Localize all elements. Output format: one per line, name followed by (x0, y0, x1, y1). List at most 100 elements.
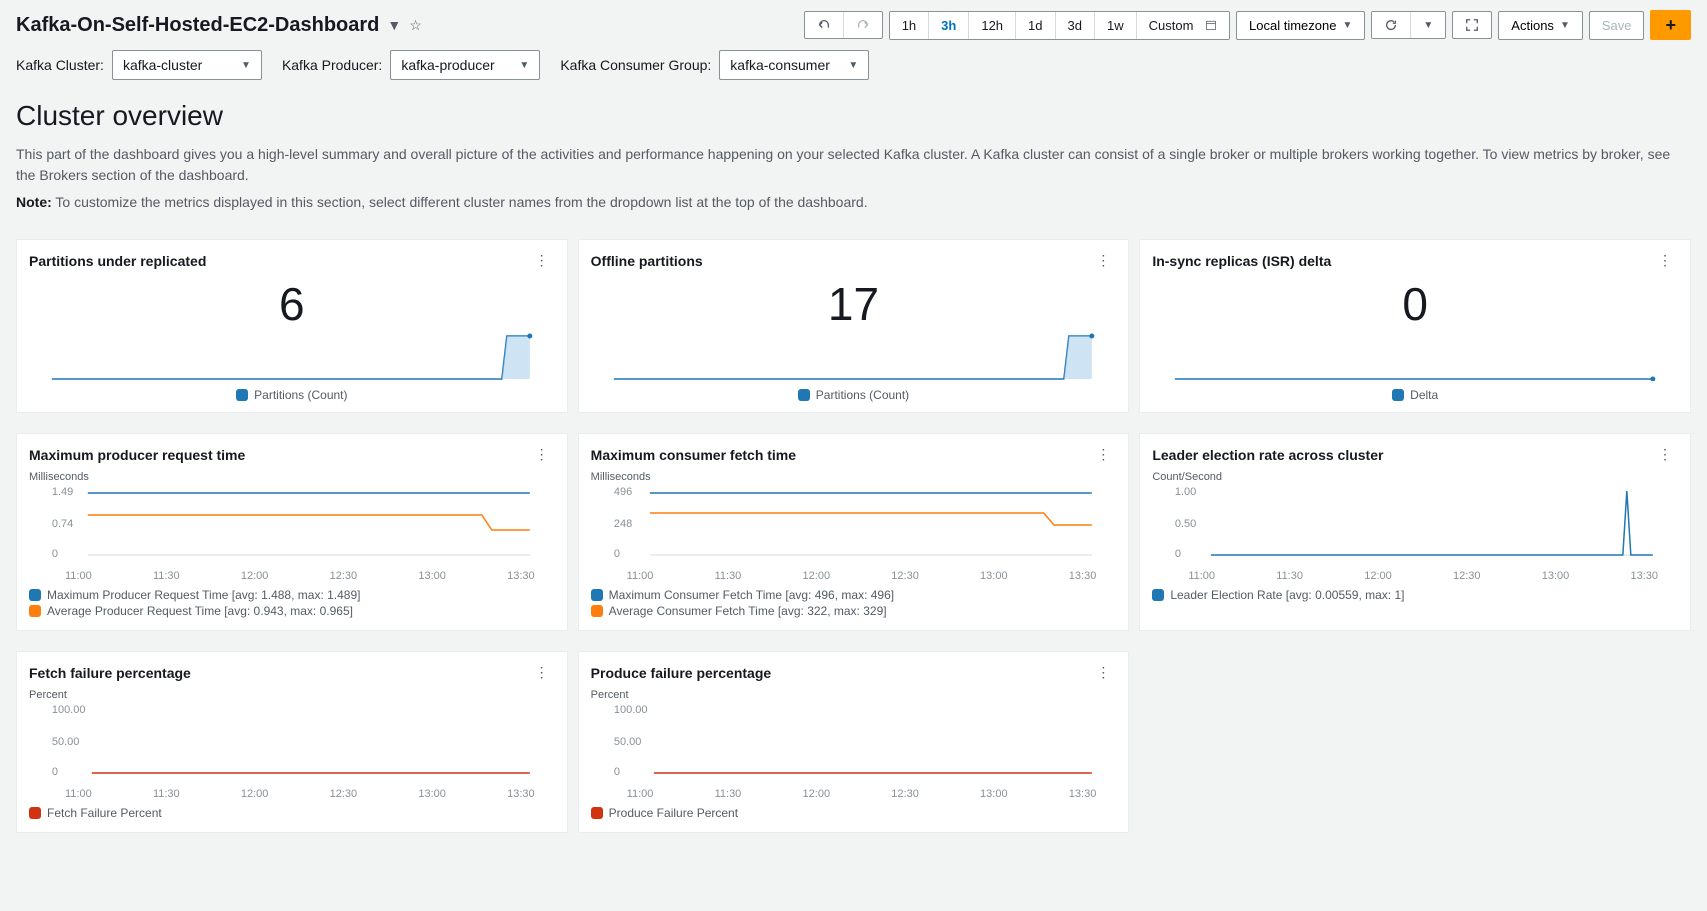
svg-text:1.00: 1.00 (1175, 486, 1196, 498)
svg-text:496: 496 (613, 486, 631, 498)
svg-text:0: 0 (1175, 548, 1181, 560)
time-range-group: 1h 3h 12h 1d 3d 1w Custom (889, 11, 1230, 40)
sparkline (29, 331, 555, 381)
svg-text:100.00: 100.00 (52, 704, 86, 716)
x-ticks: 11:0011:3012:0012:3013:0013:30 (591, 786, 1117, 800)
range-3h[interactable]: 3h (929, 12, 969, 39)
widget-row-3: Fetch failure percentage ⋮ Percent 100.00… (0, 651, 1707, 853)
consumer-label: Kafka Consumer Group: (560, 57, 711, 73)
section-intro: Cluster overview This part of the dashbo… (0, 100, 1707, 239)
dashboard-header: Kafka-On-Self-Hosted-EC2-Dashboard ▼ ☆ 1… (0, 0, 1707, 50)
cluster-select[interactable]: kafka-cluster▼ (112, 50, 262, 80)
section-description: This part of the dashboard gives you a h… (16, 144, 1691, 186)
svg-text:0.74: 0.74 (52, 518, 73, 530)
actions-button[interactable]: Actions ▼ (1498, 11, 1583, 40)
svg-text:50.00: 50.00 (613, 736, 641, 748)
line-chart: 100.00 50.00 0 (29, 703, 555, 783)
widget-menu-icon[interactable]: ⋮ (529, 444, 555, 465)
legend-swatch (798, 389, 810, 401)
range-custom[interactable]: Custom (1137, 12, 1229, 39)
redo-button (844, 12, 882, 38)
toolbar: 1h 3h 12h 1d 3d 1w Custom Local timezone… (804, 10, 1691, 40)
big-number: 0 (1152, 277, 1678, 331)
widget-title: Partitions under replicated (29, 253, 206, 269)
svg-text:0: 0 (613, 766, 619, 778)
y-axis-label: Percent (29, 689, 555, 701)
widget-menu-icon[interactable]: ⋮ (1090, 662, 1116, 683)
undo-button[interactable] (805, 12, 844, 38)
range-3d[interactable]: 3d (1056, 12, 1095, 39)
svg-text:1.49: 1.49 (52, 486, 73, 498)
chevron-down-icon: ▼ (519, 60, 529, 71)
producer-select[interactable]: kafka-producer▼ (390, 50, 540, 80)
section-note: Note: To customize the metrics displayed… (16, 192, 1691, 213)
line-chart: 1.49 0.74 0 (29, 485, 555, 565)
x-ticks: 11:0011:3012:0012:3013:0013:30 (29, 568, 555, 582)
svg-text:248: 248 (613, 518, 631, 530)
save-button: Save (1589, 11, 1645, 40)
line-chart: 100.00 50.00 0 (591, 703, 1117, 783)
filter-bar: Kafka Cluster: kafka-cluster▼ Kafka Prod… (0, 50, 1707, 96)
widget-producer-request-time: Maximum producer request time ⋮ Milliseco… (16, 433, 568, 631)
widget-consumer-fetch-time: Maximum consumer fetch time⋮ Millisecond… (578, 433, 1130, 631)
sparkline (591, 331, 1117, 381)
svg-text:0: 0 (613, 548, 619, 560)
line-chart: 1.00 0.50 0 (1152, 485, 1678, 565)
range-1w[interactable]: 1w (1095, 12, 1137, 39)
section-heading: Cluster overview (16, 100, 1691, 132)
widget-leader-election-rate: Leader election rate across cluster ⋮ Cou… (1139, 433, 1691, 631)
dashboard-title: Kafka-On-Self-Hosted-EC2-Dashboard (16, 14, 379, 37)
widget-title: In-sync replicas (ISR) delta (1152, 253, 1331, 269)
chevron-down-icon: ▼ (241, 60, 251, 71)
x-ticks: 11:0011:3012:0012:3013:0013:30 (591, 568, 1117, 582)
widget-menu-icon[interactable]: ⋮ (1090, 250, 1116, 271)
x-ticks: 11:0011:3012:0012:3013:0013:30 (1152, 568, 1678, 582)
widget-isr-delta: In-sync replicas (ISR) delta⋮ 0 Delta (1139, 239, 1691, 413)
range-1h[interactable]: 1h (890, 12, 929, 39)
expand-button[interactable] (1452, 11, 1492, 39)
line-chart: 496 248 0 (591, 485, 1117, 565)
range-1d[interactable]: 1d (1016, 12, 1055, 39)
widget-title: Leader election rate across cluster (1152, 447, 1383, 463)
widget-title: Fetch failure percentage (29, 665, 191, 681)
y-axis-label: Milliseconds (29, 471, 555, 483)
widget-title: Produce failure percentage (591, 665, 772, 681)
widget-title: Maximum producer request time (29, 447, 245, 463)
widget-title: Maximum consumer fetch time (591, 447, 796, 463)
add-widget-button[interactable]: + (1650, 10, 1691, 40)
range-12h[interactable]: 12h (969, 12, 1016, 39)
widget-menu-icon[interactable]: ⋮ (1652, 250, 1678, 271)
y-axis-label: Count/Second (1152, 471, 1678, 483)
widget-title: Offline partitions (591, 253, 703, 269)
refresh-options-button[interactable]: ▼ (1411, 12, 1445, 38)
widget-fetch-failure: Fetch failure percentage ⋮ Percent 100.00… (16, 651, 568, 833)
svg-text:0: 0 (52, 766, 58, 778)
chevron-down-icon: ▼ (848, 60, 858, 71)
favorite-star-icon[interactable]: ☆ (409, 17, 422, 34)
widget-row-1: Partitions under replicated⋮ 6 Partition… (0, 239, 1707, 433)
x-ticks: 11:0011:3012:0012:3013:0013:30 (29, 786, 555, 800)
widget-menu-icon[interactable]: ⋮ (529, 250, 555, 271)
big-number: 6 (29, 277, 555, 331)
producer-label: Kafka Producer: (282, 57, 382, 73)
widget-menu-icon[interactable]: ⋮ (529, 662, 555, 683)
cluster-label: Kafka Cluster: (16, 57, 104, 73)
legend-swatch (236, 389, 248, 401)
widget-row-2: Maximum producer request time ⋮ Milliseco… (0, 433, 1707, 651)
widget-offline-partitions: Offline partitions⋮ 17 Partitions (Count… (578, 239, 1130, 413)
svg-text:100.00: 100.00 (613, 704, 647, 716)
refresh-button[interactable] (1372, 12, 1411, 38)
widget-partitions-under-replicated: Partitions under replicated⋮ 6 Partition… (16, 239, 568, 413)
timezone-select[interactable]: Local timezone ▼ (1236, 11, 1365, 40)
widget-menu-icon[interactable]: ⋮ (1652, 444, 1678, 465)
big-number: 17 (591, 277, 1117, 331)
consumer-select[interactable]: kafka-consumer▼ (719, 50, 869, 80)
svg-text:0.50: 0.50 (1175, 518, 1196, 530)
svg-text:50.00: 50.00 (52, 736, 80, 748)
title-dropdown-icon[interactable]: ▼ (387, 17, 401, 33)
widget-produce-failure: Produce failure percentage⋮ Percent 100.… (578, 651, 1130, 833)
legend-swatch (1392, 389, 1404, 401)
refresh-group: ▼ (1371, 11, 1446, 39)
sparkline (1152, 331, 1678, 381)
widget-menu-icon[interactable]: ⋮ (1090, 444, 1116, 465)
